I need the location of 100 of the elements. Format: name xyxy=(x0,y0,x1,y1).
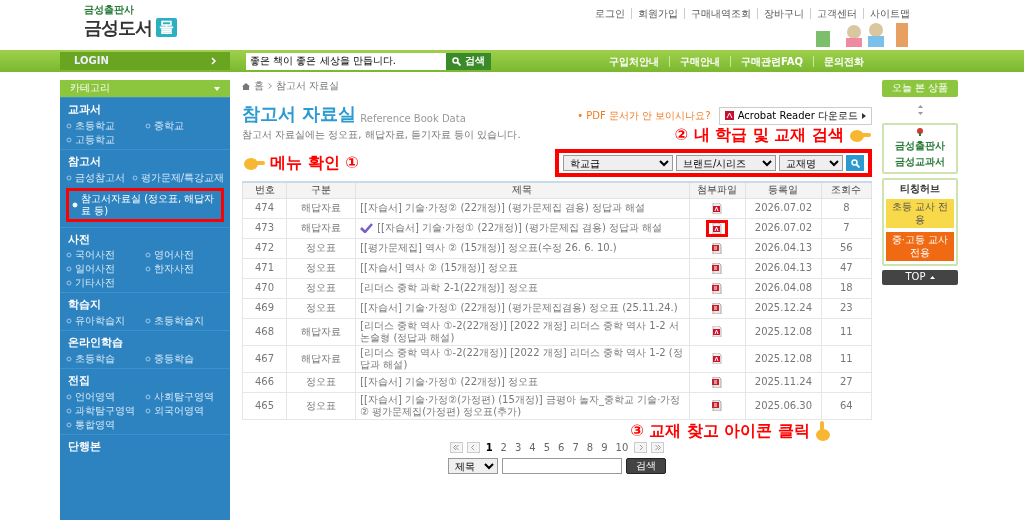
hub-link[interactable]: 티칭허브 xyxy=(886,182,954,195)
table-cell: 2025.11.24 xyxy=(745,372,822,392)
table-cell: 472 xyxy=(242,238,287,258)
category-link[interactable]: 중학교 xyxy=(145,119,224,132)
category-link[interactable]: 초등학교 xyxy=(66,119,145,132)
category-link[interactable]: 평가문제/특강교재 xyxy=(131,171,224,184)
bullet-icon xyxy=(145,122,151,129)
board-search-field[interactable] xyxy=(502,458,622,474)
first-page-button[interactable] xyxy=(449,442,463,454)
category-heading[interactable]: 온라인학습 xyxy=(60,330,230,353)
category-heading[interactable]: 참고서 xyxy=(60,148,230,172)
store-logo-text: 금성도서 xyxy=(84,16,152,39)
elementary-teacher-link[interactable]: 초등 교사 전용 xyxy=(886,199,954,228)
filter-select[interactable]: 브랜드/시리즈 xyxy=(676,155,776,171)
category-link[interactable]: 통합영역 xyxy=(66,418,145,431)
file-download-link[interactable] xyxy=(712,282,723,294)
page-number-link[interactable]: 3 xyxy=(513,441,524,454)
file-download-link[interactable] xyxy=(712,242,723,254)
category-link[interactable]: 고등학교 xyxy=(66,133,145,146)
category-link[interactable]: 한자사전 xyxy=(145,263,224,276)
table-cell: 469 xyxy=(242,298,287,318)
table-cell: 2025.12.08 xyxy=(745,318,822,345)
file-download-link[interactable] xyxy=(712,400,723,411)
filter-select[interactable]: 교재명 xyxy=(779,155,843,171)
document-file-icon xyxy=(712,242,723,254)
bullet-icon xyxy=(66,122,72,129)
category-link[interactable]: 초등학습 xyxy=(66,352,145,365)
page-number-link[interactable]: 9 xyxy=(599,441,610,454)
table-cell: 2025.12.08 xyxy=(745,345,822,372)
page-number-link[interactable]: 8 xyxy=(584,441,596,454)
category-link[interactable]: 일어사전 xyxy=(66,263,145,276)
category-link[interactable]: 사회탐구영역 xyxy=(145,390,224,403)
page-number-link[interactable]: 4 xyxy=(527,441,538,454)
file-download-link[interactable] xyxy=(712,326,723,337)
top-link[interactable]: 로그인 xyxy=(589,8,631,19)
category-link[interactable]: 외국어영역 xyxy=(145,404,224,417)
search-field-select[interactable]: 제목 xyxy=(448,458,498,474)
category-heading[interactable]: 단행본 xyxy=(60,433,230,457)
acrobat-download-button[interactable]: Acrobat Reader 다운로드 xyxy=(718,106,872,125)
table-cell: 470 xyxy=(242,278,287,298)
brand-link[interactable]: 금성교과서 xyxy=(895,156,945,169)
file-download-link[interactable] xyxy=(712,353,723,364)
category-link[interactable]: 유아학습지 xyxy=(66,315,145,327)
up-arrow-icon xyxy=(917,104,923,108)
file-download-link[interactable] xyxy=(712,302,723,314)
page-number-link[interactable]: 2 xyxy=(498,441,509,454)
category-link[interactable]: 중등학습 xyxy=(145,352,224,365)
table-cell: 473 xyxy=(242,218,287,238)
file-download-link[interactable] xyxy=(712,376,723,388)
search-button[interactable] xyxy=(846,155,864,171)
last-page-icon xyxy=(654,445,661,451)
filter-select[interactable]: 학교급 xyxy=(563,155,673,171)
table-cell: 2025.12.24 xyxy=(745,298,822,318)
breadcrumb-link[interactable]: 홈 xyxy=(254,80,264,93)
file-download-link[interactable] xyxy=(712,222,723,234)
home-icon xyxy=(242,82,250,90)
annotation-text: ③ 교재 찾고 아이콘 클릭 xyxy=(630,420,810,441)
top-link[interactable]: 회원가입 xyxy=(631,8,684,19)
breadcrumb-link[interactable]: 참고서 자료실 xyxy=(276,80,340,93)
category-link[interactable]: 참고서자료실 (정오표, 해답자료 등) xyxy=(66,187,224,222)
file-download-link[interactable] xyxy=(712,202,723,214)
table-cell: 7 xyxy=(821,218,872,238)
brand-link[interactable]: 금성출판사 xyxy=(895,139,945,152)
top-link[interactable]: 구매내역조회 xyxy=(684,8,757,19)
category-link[interactable]: 금성참고서 xyxy=(66,171,132,184)
bullet-icon xyxy=(145,393,151,400)
category-link[interactable]: 과학탐구영역 xyxy=(66,404,145,417)
page-number-link[interactable]: 6 xyxy=(556,441,567,454)
page-number-link[interactable]: 7 xyxy=(570,441,581,454)
board-search-button[interactable]: 검색 xyxy=(626,458,666,474)
previous-page-button[interactable] xyxy=(466,442,480,454)
top-button[interactable]: TOP xyxy=(882,270,958,285)
search-button[interactable]: 검색 xyxy=(446,52,491,70)
file-download-link[interactable] xyxy=(712,262,723,274)
category-heading[interactable]: 전집 xyxy=(60,367,230,391)
login-button[interactable]: LOGIN xyxy=(60,52,230,70)
column-header: 조회수 xyxy=(821,182,872,198)
category-link[interactable]: 국어사전 xyxy=(66,249,145,262)
page-number-link[interactable]: 10 xyxy=(613,441,631,454)
category-link[interactable]: 언어영역 xyxy=(66,390,145,403)
search-field[interactable]: 좋은 책이 좋은 세상을 만듭니다. xyxy=(246,52,446,70)
secondary-teacher-link[interactable]: 중·고등 교사 전용 xyxy=(886,232,954,261)
category-link[interactable]: 기타사전 xyxy=(66,277,145,290)
category-heading[interactable]: 교과서 xyxy=(60,97,230,120)
next-page-button[interactable] xyxy=(634,442,648,454)
table-cell: 11 xyxy=(821,345,872,372)
category-heading[interactable]: 사전 xyxy=(60,226,230,250)
category-link[interactable]: 초등학습지 xyxy=(145,315,224,327)
page-number-link[interactable]: 1 xyxy=(483,441,495,454)
top-link[interactable]: 사이트맵 xyxy=(863,8,916,19)
table-cell: 2025.06.30 xyxy=(745,392,822,419)
top-link[interactable]: 장바구니 xyxy=(757,8,810,19)
bullet-icon xyxy=(72,201,78,208)
page-number-link[interactable]: 5 xyxy=(541,441,553,454)
category-heading[interactable]: 학습지 xyxy=(60,292,230,315)
category-link[interactable]: 영어사전 xyxy=(145,249,224,262)
search-icon xyxy=(850,158,860,168)
last-page-button[interactable] xyxy=(651,442,665,454)
column-header: 구분 xyxy=(286,182,356,198)
top-link[interactable]: 고객센터 xyxy=(810,8,863,19)
